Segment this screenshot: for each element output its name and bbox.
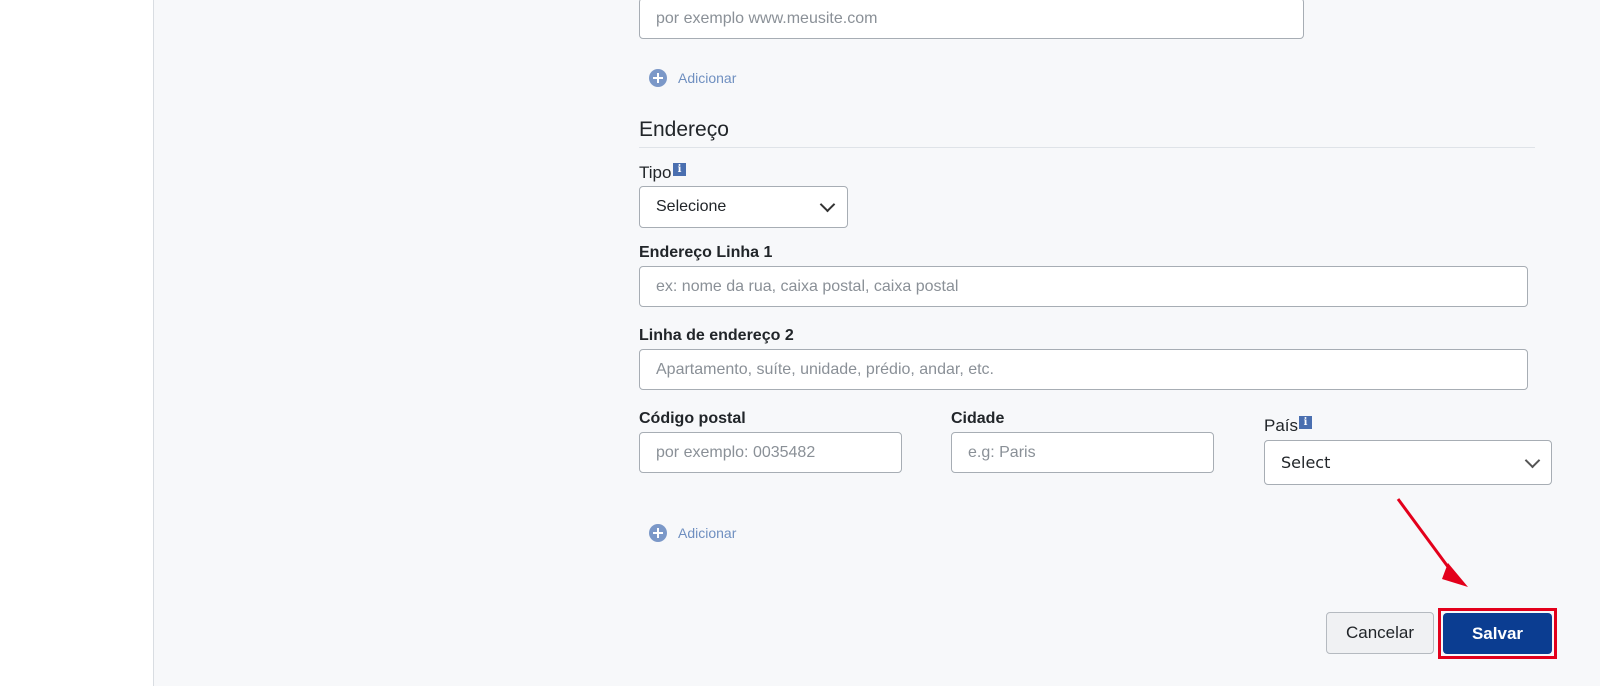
address-line1-label: Endereço Linha 1 [639, 244, 773, 261]
website-input[interactable]: por exemplo www.meusite.com [639, 0, 1304, 39]
annotation-arrow-icon [1396, 498, 1468, 587]
section-divider [639, 147, 1535, 148]
chevron-down-icon [819, 196, 836, 213]
country-select-value: Select [1281, 453, 1331, 472]
add-address-link[interactable]: Adicionar [649, 524, 736, 542]
type-select-value: Selecione [656, 198, 727, 215]
address-line1-input[interactable]: ex: nome da rua, caixa postal, caixa pos… [639, 266, 1528, 307]
city-input[interactable]: e.g: Paris [951, 432, 1214, 473]
type-label: Tipo [639, 163, 672, 182]
postal-code-input[interactable]: por exemplo: 0035482 [639, 432, 902, 473]
address-section-title: Endereço [639, 118, 729, 141]
form-area: por exemplo www.meusite.com Adicionar En… [154, 0, 1600, 686]
address-line2-label: Linha de endereço 2 [639, 327, 794, 344]
add-address-label: Adicionar [678, 525, 737, 541]
postal-code-label: Código postal [639, 410, 746, 427]
city-label: Cidade [951, 410, 1005, 427]
type-select[interactable]: Selecione [639, 186, 848, 228]
cancel-button[interactable]: Cancelar [1326, 612, 1434, 654]
plus-circle-icon [649, 524, 667, 542]
save-button[interactable]: Salvar [1443, 613, 1552, 654]
country-select[interactable]: Select [1264, 440, 1552, 485]
address-line2-input[interactable]: Apartamento, suíte, unidade, prédio, and… [639, 349, 1528, 390]
country-label: País [1264, 416, 1299, 435]
add-website-link[interactable]: Adicionar [649, 69, 736, 87]
add-website-label: Adicionar [678, 70, 737, 86]
left-panel [0, 0, 154, 686]
info-icon[interactable]: i [1299, 416, 1312, 429]
chevron-down-icon [1524, 452, 1541, 469]
info-icon[interactable]: i [673, 163, 686, 176]
plus-circle-icon [649, 69, 667, 87]
